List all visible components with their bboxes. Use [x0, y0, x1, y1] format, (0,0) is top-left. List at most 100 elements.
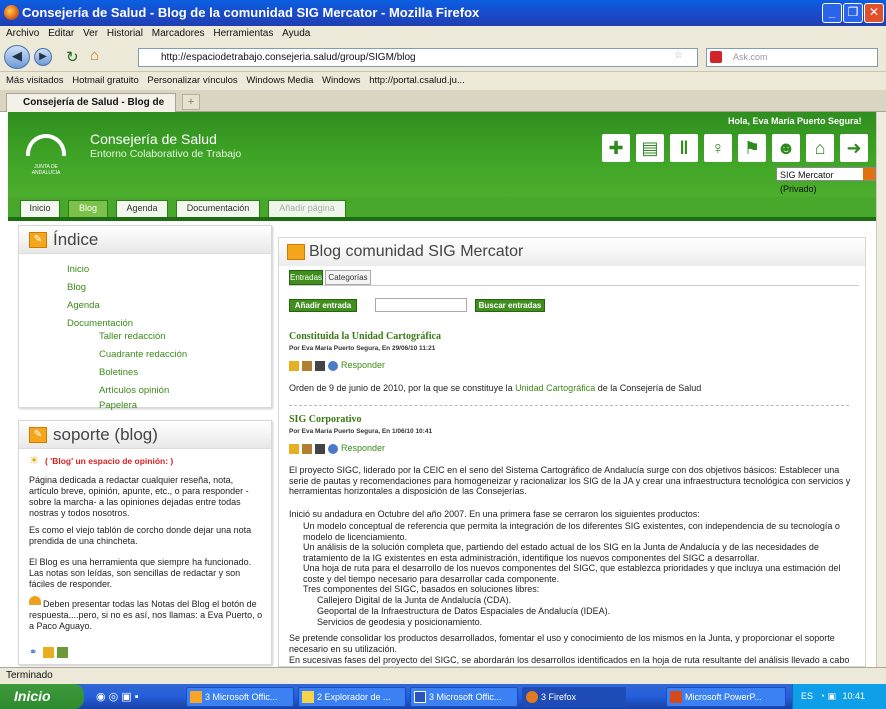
tab-inicio[interactable]: Inicio: [20, 200, 60, 217]
maximize-button[interactable]: ❐: [843, 3, 863, 23]
indice-item-documentacion[interactable]: Documentación: [67, 318, 133, 329]
menu-bar: Archivo Editar Ver Historial Marcadores …: [0, 26, 886, 42]
bookmark-windows-media[interactable]: Windows Media: [246, 72, 313, 90]
menu-historial[interactable]: Historial: [107, 26, 143, 42]
bookmark-hotmail[interactable]: Hotmail gratuito: [72, 72, 139, 90]
exit-icon[interactable]: ➜: [840, 134, 868, 162]
tab-blog[interactable]: Blog: [68, 200, 108, 217]
quick-launch[interactable]: ◉ ◎ ▣ ▪: [96, 690, 156, 704]
post-sublist-item: Servicios de geodesia y posicionamiento.: [317, 617, 483, 627]
pencil-icon: [287, 244, 305, 260]
tray-icons[interactable]: ◔ ▣: [820, 691, 836, 701]
edit-icon[interactable]: [289, 443, 299, 454]
flag-icon[interactable]: ⚑: [738, 134, 766, 162]
post-title[interactable]: SIG Corporativo: [289, 414, 362, 425]
taskbar-item[interactable]: 2 Explorador de ...: [298, 687, 406, 707]
user-greeting[interactable]: Hola, Eva María Puerto Segura!: [728, 116, 862, 126]
tab-documentacion[interactable]: Documentación: [176, 200, 260, 217]
clock[interactable]: 10:41: [843, 691, 866, 701]
add-entry-button[interactable]: Añadir entrada: [289, 299, 357, 312]
indice-item-blog[interactable]: Blog: [67, 282, 86, 293]
bookmarks-toolbar: Más visitados Hotmail gratuito Personali…: [0, 72, 886, 90]
menu-editar[interactable]: Editar: [48, 26, 74, 42]
trash-icon[interactable]: [315, 443, 325, 454]
indice-subitem-cuadrante[interactable]: Cuadrante redacción: [99, 349, 187, 360]
house-icon[interactable]: ⌂: [806, 134, 834, 162]
indice-item-inicio[interactable]: Inicio: [67, 264, 89, 275]
site-select[interactable]: SIG Mercator (Privado): [776, 167, 876, 194]
close-button[interactable]: ✕: [864, 3, 884, 23]
reply-icon[interactable]: [328, 443, 338, 454]
taskbar-item[interactable]: 3 Microsoft Offic...: [410, 687, 518, 707]
search-input[interactable]: Ask.com: [706, 48, 878, 67]
reply-link[interactable]: Responder: [341, 443, 385, 453]
tab-categorias[interactable]: Categorías: [325, 270, 371, 285]
language-indicator[interactable]: ES: [801, 691, 813, 701]
bookmark-windows[interactable]: Windows: [322, 72, 361, 90]
document-icon[interactable]: ▤: [636, 134, 664, 162]
edit-icon[interactable]: [43, 647, 54, 658]
taskbar: Inicio ◉ ◎ ▣ ▪ 3 Microsoft Offic... 2 Ex…: [0, 684, 886, 709]
indice-item-agenda[interactable]: Agenda: [67, 300, 100, 311]
url-input[interactable]: http://espaciodetrabajo.consejeria.salud…: [138, 48, 698, 67]
indice-subitem-papelera[interactable]: Papelera: [99, 400, 137, 411]
reply-icon[interactable]: [328, 360, 338, 371]
bookmark-portal[interactable]: http://portal.csalud.ju...: [369, 72, 465, 90]
tab-entradas[interactable]: Entradas: [289, 270, 323, 285]
reply-link[interactable]: Responder: [341, 360, 385, 370]
menu-marcadores[interactable]: Marcadores: [152, 26, 205, 42]
word-icon: [414, 691, 426, 703]
taskbar-item[interactable]: 3 Microsoft Offic...: [186, 687, 294, 707]
indice-subitem-taller[interactable]: Taller redacción: [99, 331, 166, 342]
search-entries-button[interactable]: Buscar entradas: [475, 299, 545, 312]
trash-icon[interactable]: [315, 360, 325, 371]
taskbar-item-active[interactable]: 3 Firefox: [522, 687, 626, 707]
menu-ayuda[interactable]: Ayuda: [282, 26, 310, 42]
menu-archivo[interactable]: Archivo: [6, 26, 39, 42]
minimize-button[interactable]: _: [822, 3, 842, 23]
permissions-icon[interactable]: [302, 360, 312, 371]
post-paragraph: En sucesivas fases del proyecto del SIGC…: [289, 655, 850, 667]
window-titlebar[interactable]: Consejería de Salud - Blog de la comunid…: [0, 0, 886, 26]
tools-icon[interactable]: ‖: [670, 134, 698, 162]
link-icon[interactable]: ⚭: [29, 647, 37, 658]
users-icon[interactable]: ☻: [772, 134, 800, 162]
edit-icon[interactable]: [289, 360, 299, 371]
new-tab-button[interactable]: +: [182, 94, 200, 110]
key-icon[interactable]: ♀: [704, 134, 732, 162]
add-icon[interactable]: ✚: [602, 134, 630, 162]
bookmark-star-icon[interactable]: ☆: [674, 50, 683, 61]
reload-icon[interactable]: ↻: [66, 48, 79, 66]
search-entries-input[interactable]: [375, 298, 467, 312]
indice-subitem-articulos[interactable]: Artículos opinión: [99, 385, 169, 396]
post-actions: Responder: [289, 443, 385, 455]
post-paragraph: El proyecto SIGC, liderado por la CEIC e…: [289, 465, 851, 496]
menu-ver[interactable]: Ver: [83, 26, 98, 42]
post-list-item: Tres componentes del SIGC, basados en so…: [303, 584, 540, 594]
post-title[interactable]: Constituida la Unidad Cartográfica: [289, 331, 441, 342]
post-sublist-item: Geoportal de la Infraestructura de Datos…: [317, 606, 611, 616]
ask-icon[interactable]: [710, 51, 722, 63]
tab-anadir-pagina[interactable]: Añadir página: [268, 200, 346, 217]
taskbar-item[interactable]: Microsoft PowerP...: [666, 687, 786, 707]
tab-agenda[interactable]: Agenda: [116, 200, 168, 217]
vertical-scrollbar[interactable]: [876, 112, 886, 667]
post-paragraph: Inició su andadura en Octubre del año 20…: [289, 509, 700, 519]
site-nav-tabs: Inicio Blog Agenda Documentación Añadir …: [8, 197, 876, 217]
post-link[interactable]: Unidad Cartográfica: [515, 383, 595, 393]
bookmark-personalizar[interactable]: Personalizar vínculos: [147, 72, 237, 90]
window-title: Consejería de Salud - Blog de la comunid…: [22, 5, 480, 20]
firefox-icon: [526, 691, 538, 703]
menu-herramientas[interactable]: Herramientas: [213, 26, 273, 42]
browser-tab[interactable]: Consejería de Salud - Blog de la...: [6, 93, 176, 126]
back-button[interactable]: ◀: [4, 45, 30, 69]
forward-button[interactable]: ▶: [34, 48, 52, 66]
post-byline: Por Eva María Puerto Segura, En 1/06/10 …: [289, 428, 433, 435]
start-button[interactable]: Inicio: [0, 684, 84, 709]
indice-subitem-boletines[interactable]: Boletines: [99, 367, 138, 378]
bookmark-mas-visitados[interactable]: Más visitados: [6, 72, 64, 90]
permissions-icon[interactable]: [57, 647, 68, 658]
home-icon[interactable]: ⌂: [90, 47, 99, 64]
permissions-icon[interactable]: [302, 443, 312, 454]
soporte-paragraph: Deben presentar todas las Notas del Blog…: [29, 599, 263, 631]
